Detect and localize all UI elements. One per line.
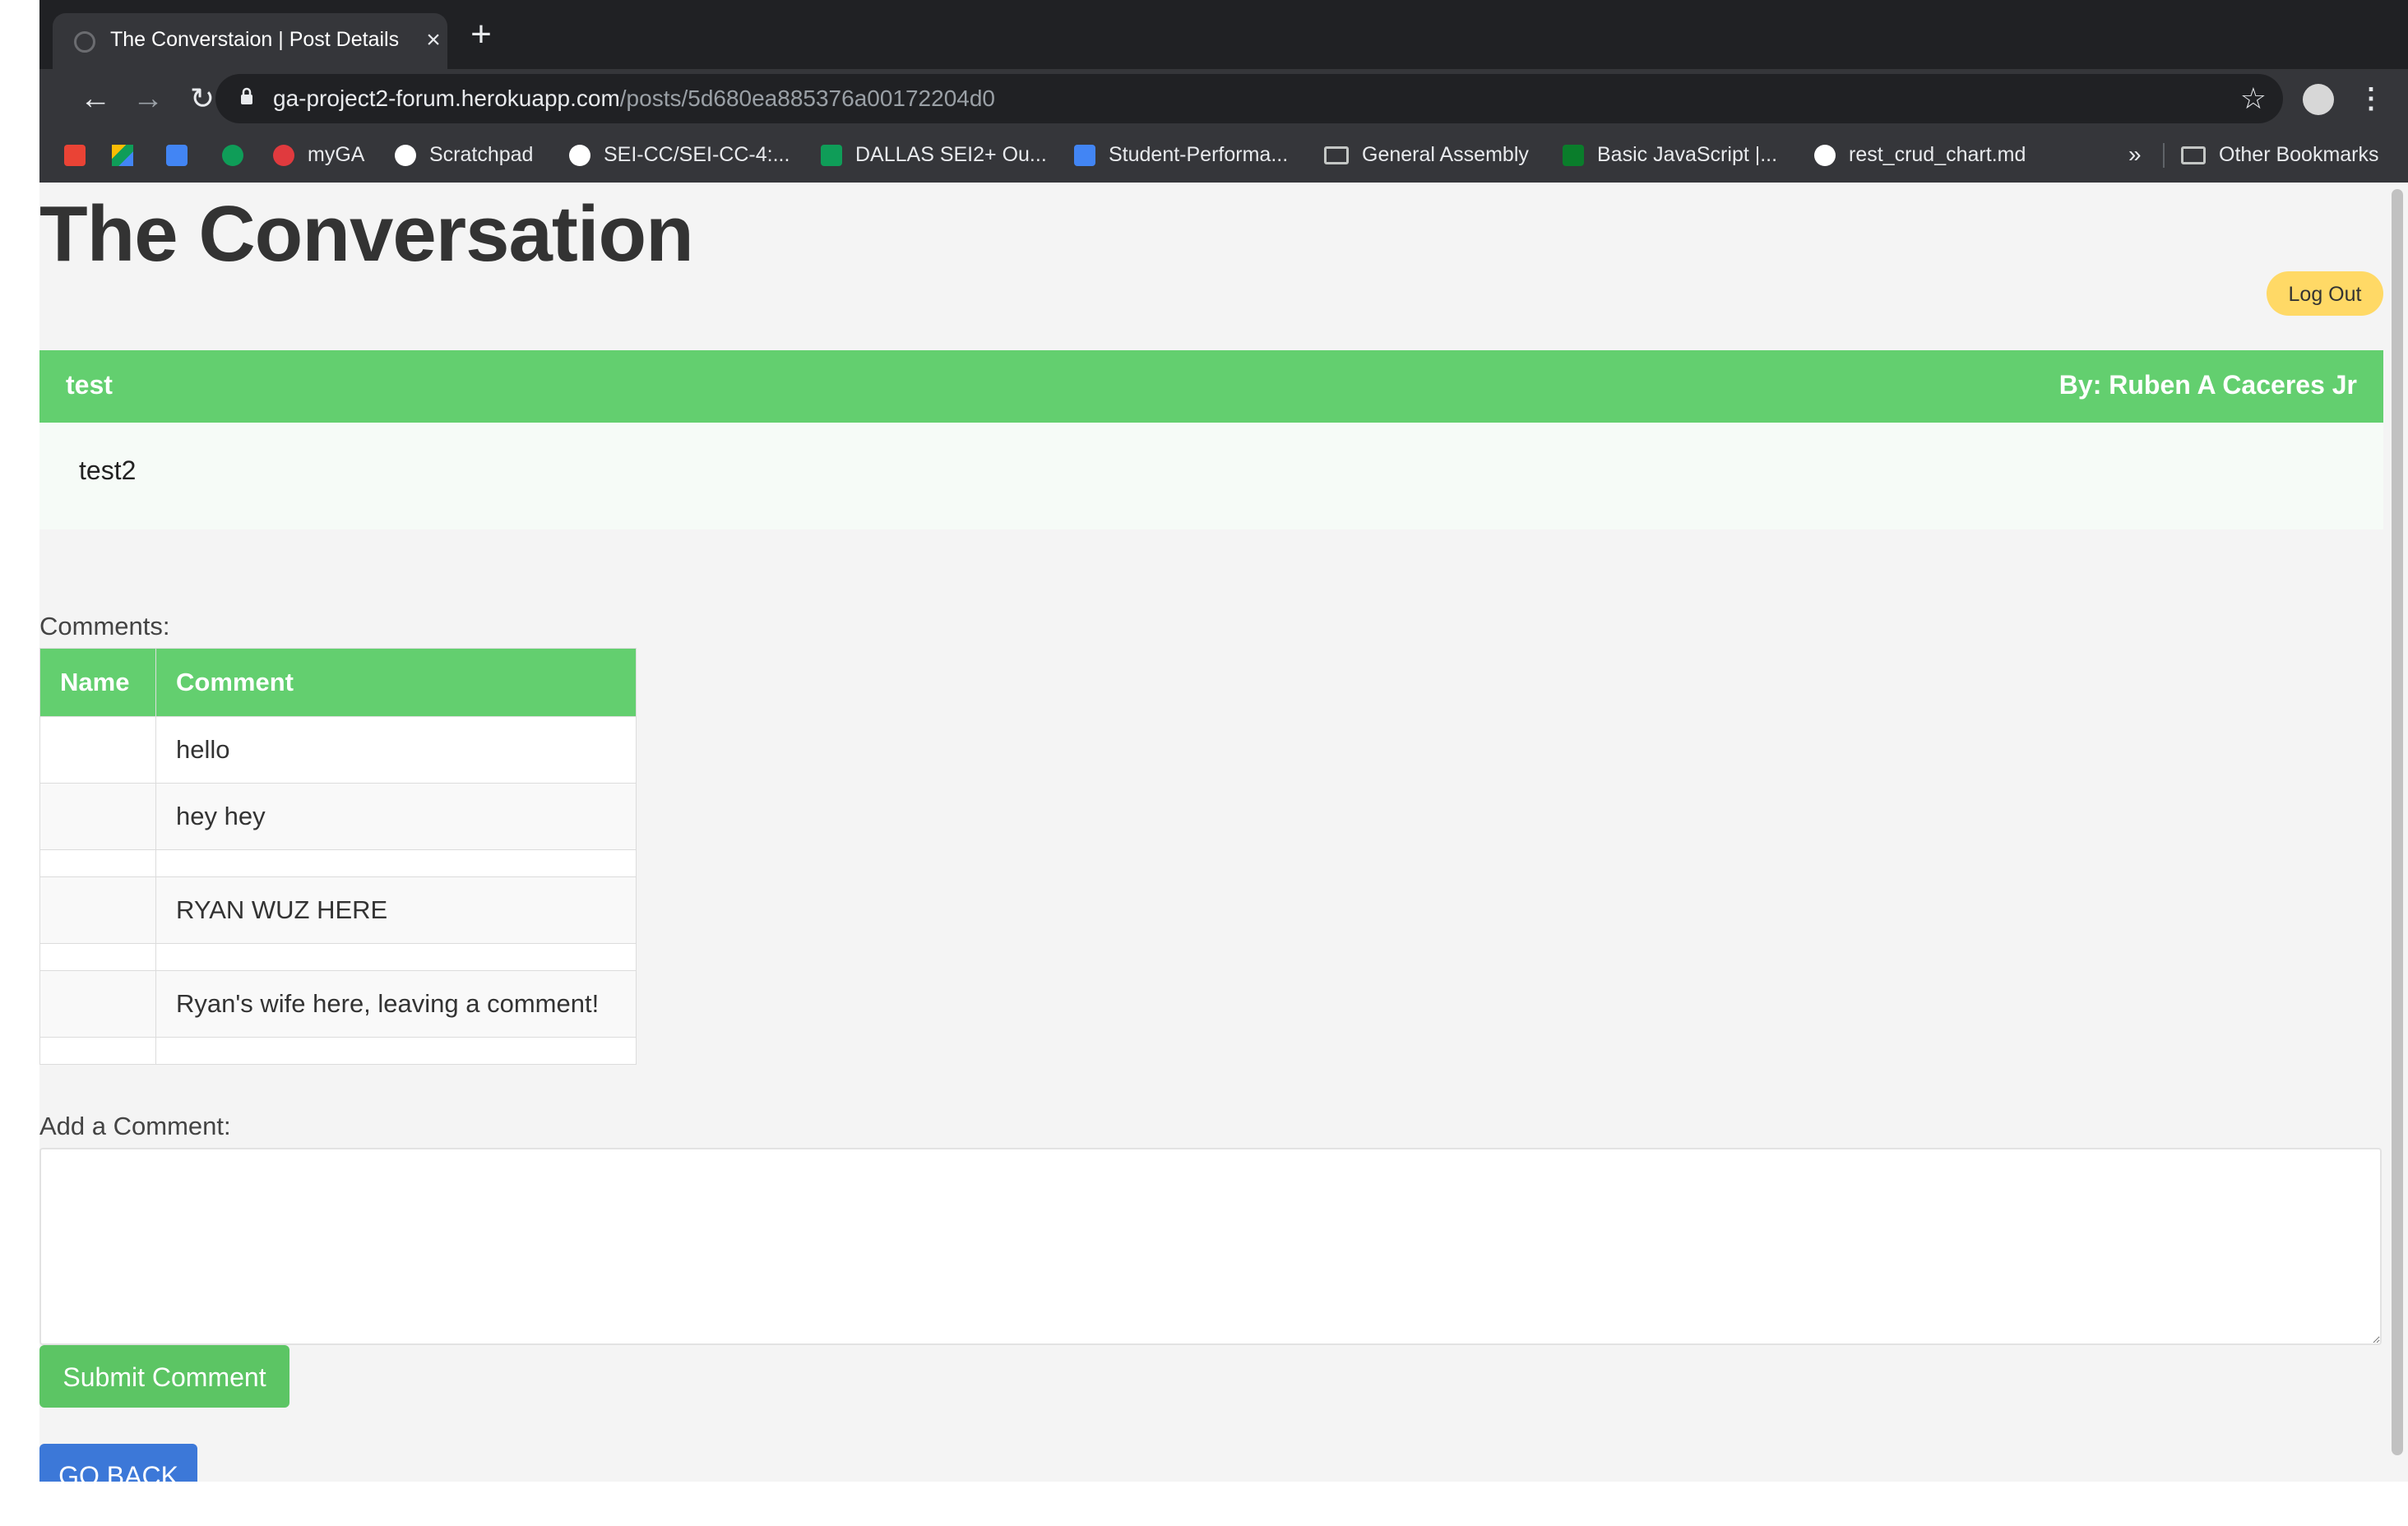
fcc-icon bbox=[1563, 145, 1584, 167]
bookmark-label: Basic JavaScript |... bbox=[1597, 143, 1778, 166]
bookmark-calendar[interactable] bbox=[166, 140, 201, 169]
globe-icon bbox=[74, 31, 95, 53]
comment-author bbox=[39, 783, 156, 850]
table-row bbox=[39, 1037, 637, 1065]
docs-icon bbox=[1074, 145, 1095, 167]
post-body-text: test2 bbox=[79, 455, 137, 485]
address-bar[interactable]: ga-project2-forum.herokuapp.com/posts/5d… bbox=[215, 74, 2283, 123]
bookmark-rest-crud-chart[interactable]: rest_crud_chart.md bbox=[1814, 140, 2026, 169]
bookmark-student-performance[interactable]: Student-Performa... bbox=[1074, 140, 1288, 169]
bookmark-label: Student-Performa... bbox=[1109, 143, 1289, 166]
window-bottom-area bbox=[0, 1482, 2408, 1526]
comment-author bbox=[39, 716, 156, 784]
comment-author bbox=[39, 1037, 156, 1065]
folder-icon bbox=[2181, 146, 2206, 165]
close-tab-icon[interactable]: × bbox=[421, 26, 446, 54]
site-title: The Conversation bbox=[39, 190, 694, 278]
page-content: The Conversation Log Out test By: Ruben … bbox=[39, 183, 2387, 1482]
comment-author bbox=[39, 970, 156, 1038]
table-row bbox=[39, 849, 637, 877]
ga-icon bbox=[273, 145, 294, 167]
gmail-icon bbox=[64, 145, 86, 167]
column-header-name: Name bbox=[39, 648, 156, 717]
bookmark-label: Other Bookmarks bbox=[2219, 143, 2379, 166]
bookmark-dallas-sei[interactable]: DALLAS SEI2+ Ou... bbox=[821, 140, 1047, 169]
bookmarks-bar: myGA Scratchpad SEI-CC/SEI-CC-4:... DALL… bbox=[39, 128, 2408, 183]
url-path: /posts/5d680ea885376a00172204d0 bbox=[619, 86, 995, 111]
bookmark-label: rest_crud_chart.md bbox=[1849, 143, 2026, 166]
lock-icon bbox=[241, 87, 252, 104]
comment-text: hello bbox=[155, 716, 637, 784]
go-back-button[interactable]: GO BACK bbox=[39, 1444, 197, 1482]
bookmark-sei-cc[interactable]: SEI-CC/SEI-CC-4:... bbox=[569, 140, 790, 169]
post-author: By: Ruben A Caceres Jr bbox=[2058, 370, 2357, 400]
table-row: hello bbox=[39, 716, 637, 784]
tab-strip: The Converstaion | Post Details × + bbox=[39, 0, 2408, 69]
comment-author bbox=[39, 849, 156, 877]
table-row: Ryan's wife here, leaving a comment! bbox=[39, 970, 637, 1038]
new-tab-icon[interactable]: + bbox=[464, 16, 498, 53]
folder-icon bbox=[1324, 146, 1349, 165]
log-out-button[interactable]: Log Out bbox=[2267, 271, 2383, 316]
table-row: hey hey bbox=[39, 783, 637, 850]
submit-comment-button[interactable]: Submit Comment bbox=[39, 1345, 289, 1408]
drive-icon bbox=[112, 145, 133, 167]
browser-tab-active[interactable]: The Converstaion | Post Details × bbox=[53, 13, 447, 69]
bookmark-label: myGA bbox=[308, 143, 365, 166]
comment-text: Ryan's wife here, leaving a comment! bbox=[155, 970, 637, 1038]
bookmark-scratchpad[interactable]: Scratchpad bbox=[395, 140, 533, 169]
tab-title: The Converstaion | Post Details bbox=[110, 28, 400, 51]
bookmark-other-bookmarks[interactable]: Other Bookmarks bbox=[2181, 140, 2379, 169]
bookmark-star-icon[interactable]: ☆ bbox=[2240, 82, 2267, 115]
hangouts-icon bbox=[222, 145, 243, 167]
github-icon bbox=[1814, 145, 1836, 167]
post-title: test bbox=[66, 370, 113, 400]
globe-icon bbox=[395, 145, 416, 167]
comment-text bbox=[155, 943, 637, 971]
url-host: ga-project2-forum.herokuapp.com bbox=[273, 86, 620, 111]
bookmark-hangouts[interactable] bbox=[222, 140, 257, 169]
browser-menu-icon[interactable]: ⋮ bbox=[2357, 79, 2385, 118]
table-row bbox=[39, 943, 637, 971]
back-icon[interactable]: ← bbox=[76, 79, 115, 118]
more-bookmarks-chevron[interactable]: » bbox=[2128, 140, 2142, 169]
scrollbar-thumb[interactable] bbox=[2392, 189, 2403, 1455]
forward-icon[interactable]: → bbox=[128, 79, 168, 118]
browser-chrome: The Converstaion | Post Details × + ← → … bbox=[39, 0, 2408, 183]
sheets-icon bbox=[821, 145, 842, 167]
comment-author bbox=[39, 876, 156, 944]
bookmark-label: DALLAS SEI2+ Ou... bbox=[855, 143, 1047, 166]
bookmarks-separator bbox=[2163, 143, 2165, 168]
comments-label: Comments: bbox=[39, 612, 170, 640]
comment-text: hey hey bbox=[155, 783, 637, 850]
table-row: RYAN WUZ HERE bbox=[39, 876, 637, 944]
bookmark-myga[interactable]: myGA bbox=[273, 140, 364, 169]
page-scrollbar[interactable] bbox=[2387, 183, 2408, 1482]
bookmark-gmail[interactable] bbox=[64, 140, 99, 169]
bookmark-general-assembly[interactable]: General Assembly bbox=[1324, 140, 1529, 169]
comment-textarea[interactable] bbox=[39, 1148, 2382, 1345]
github-icon bbox=[569, 145, 590, 167]
browser-toolbar: ← → ↻ ga-project2-forum.herokuapp.com/po… bbox=[39, 69, 2408, 128]
comments-table: Name Comment hello hey hey RYAN WUZ HERE bbox=[39, 648, 637, 1065]
post-header: test By: Ruben A Caceres Jr bbox=[39, 350, 2383, 423]
bookmark-label: General Assembly bbox=[1362, 143, 1529, 166]
bookmark-label: SEI-CC/SEI-CC-4:... bbox=[604, 143, 790, 166]
table-header-row: Name Comment bbox=[39, 648, 637, 717]
comment-author bbox=[39, 943, 156, 971]
calendar-icon bbox=[166, 145, 188, 167]
comment-text bbox=[155, 849, 637, 877]
add-comment-label: Add a Comment: bbox=[39, 1112, 231, 1140]
profile-avatar[interactable] bbox=[2303, 84, 2334, 115]
bookmark-drive[interactable] bbox=[112, 140, 146, 169]
comment-text bbox=[155, 1037, 637, 1065]
bookmark-basic-javascript[interactable]: Basic JavaScript |... bbox=[1563, 140, 1777, 169]
post-body: test2 bbox=[39, 423, 2383, 529]
bookmark-label: Scratchpad bbox=[429, 143, 534, 166]
url-text: ga-project2-forum.herokuapp.com/posts/5d… bbox=[273, 86, 995, 112]
comment-text: RYAN WUZ HERE bbox=[155, 876, 637, 944]
column-header-comment: Comment bbox=[155, 648, 637, 717]
